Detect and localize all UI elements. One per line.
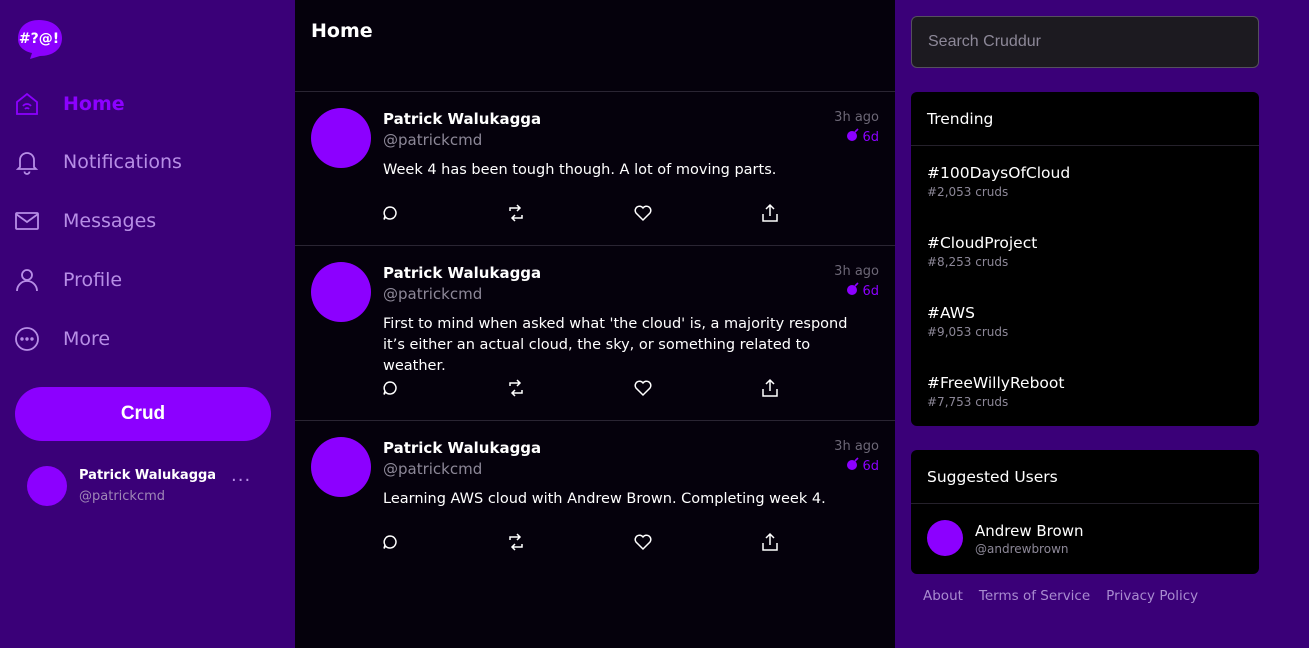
nav-item-more[interactable]: More — [14, 319, 274, 359]
post-author-handle[interactable]: @patrickcmd — [383, 460, 482, 478]
suggested-users-panel: Suggested Users Andrew Brown @andrewbrow… — [911, 450, 1259, 574]
trending-panel: Trending #100DaysOfCloud #2,053 cruds #C… — [911, 92, 1259, 426]
divider — [295, 245, 895, 246]
post-expiry: 6d — [846, 457, 879, 475]
suggested-user[interactable]: Andrew Brown @andrewbrown — [927, 520, 1247, 560]
current-user-handle: @patrickcmd — [79, 489, 166, 504]
post-author-handle[interactable]: @patrickcmd — [383, 285, 482, 303]
post-expiry: 6d — [846, 282, 879, 300]
post-expiry-label: 6d — [862, 283, 879, 299]
trending-tag: #CloudProject — [927, 234, 1038, 252]
post-expiry: 6d — [846, 128, 879, 146]
sidebar: #?@! Home Notifications Messages Profile… — [0, 0, 295, 648]
trending-tag: #FreeWillyReboot — [927, 374, 1065, 392]
post-time: 3h ago — [834, 264, 879, 279]
share-icon[interactable] — [759, 202, 781, 224]
repost-icon[interactable] — [505, 377, 527, 399]
logo-text: #?@! — [19, 31, 59, 47]
nav-label-more: More — [63, 328, 111, 350]
repost-icon[interactable] — [505, 531, 527, 553]
user-icon — [14, 267, 40, 293]
cruddur-logo[interactable]: #?@! — [14, 18, 64, 60]
nav-label-home: Home — [63, 93, 125, 115]
trending-item[interactable]: #AWS #9,053 cruds — [927, 304, 1008, 339]
terms-link[interactable]: Terms of Service — [979, 588, 1090, 604]
reply-icon[interactable] — [379, 531, 401, 553]
post-expiry-label: 6d — [862, 458, 879, 474]
trending-title: Trending — [911, 92, 1259, 146]
trending-count: #2,053 cruds — [927, 185, 1009, 199]
trending-count: #9,053 cruds — [927, 325, 1009, 339]
trending-tag: #AWS — [927, 304, 975, 322]
share-icon[interactable] — [759, 531, 781, 553]
avatar[interactable] — [311, 437, 371, 497]
nav-item-notifications[interactable]: Notifications — [14, 142, 274, 182]
home-icon — [14, 91, 40, 117]
avatar[interactable] — [311, 108, 371, 168]
privacy-link[interactable]: Privacy Policy — [1106, 588, 1198, 604]
trending-item[interactable]: #CloudProject #8,253 cruds — [927, 234, 1037, 269]
like-icon[interactable] — [632, 377, 654, 399]
share-icon[interactable] — [759, 377, 781, 399]
reply-icon[interactable] — [379, 202, 401, 224]
nav-item-messages[interactable]: Messages — [14, 201, 274, 241]
footer-links: About Terms of Service Privacy Policy — [923, 588, 1198, 604]
post-text: Week 4 has been tough though. A lot of m… — [383, 162, 777, 178]
post-author-name[interactable]: Patrick Walukagga — [383, 264, 541, 282]
post-text: Learning AWS cloud with Andrew Brown. Co… — [383, 491, 826, 507]
post-text: First to mind when asked what 'the cloud… — [383, 316, 848, 374]
more-circle-icon — [14, 326, 40, 352]
bell-icon — [14, 149, 40, 175]
divider — [295, 91, 895, 92]
trending-item[interactable]: #FreeWillyReboot #7,753 cruds — [927, 374, 1064, 409]
page-title: Home — [311, 20, 373, 42]
current-user[interactable]: Patrick Walukagga @patrickcmd ··· — [27, 466, 267, 508]
trending-count: #8,253 cruds — [927, 255, 1009, 269]
post-author-name[interactable]: Patrick Walukagga — [383, 439, 541, 457]
suggested-user-handle: @andrewbrown — [975, 542, 1069, 556]
post-actions — [379, 531, 799, 555]
reply-icon[interactable] — [379, 377, 401, 399]
avatar[interactable] — [311, 262, 371, 322]
post-actions — [379, 377, 799, 401]
bomb-icon — [846, 457, 860, 475]
envelope-icon — [14, 208, 40, 234]
trending-item[interactable]: #100DaysOfCloud #2,053 cruds — [927, 164, 1070, 199]
avatar — [927, 520, 963, 556]
nav-item-profile[interactable]: Profile — [14, 260, 274, 300]
post-author-handle[interactable]: @patrickcmd — [383, 131, 482, 149]
trending-tag: #100DaysOfCloud — [927, 164, 1071, 182]
nav-label-profile: Profile — [63, 269, 123, 291]
search-input[interactable] — [911, 16, 1259, 68]
repost-icon[interactable] — [505, 202, 527, 224]
post-actions — [379, 202, 799, 226]
post-time: 3h ago — [834, 110, 879, 125]
divider — [295, 420, 895, 421]
suggested-users-title: Suggested Users — [911, 450, 1259, 504]
user-menu-icon[interactable]: ··· — [231, 470, 251, 491]
bomb-icon — [846, 128, 860, 146]
nav-item-home[interactable]: Home — [14, 84, 274, 124]
suggested-user-name: Andrew Brown — [975, 522, 1084, 540]
post-author-name[interactable]: Patrick Walukagga — [383, 110, 541, 128]
crud-button[interactable]: Crud — [15, 387, 271, 441]
avatar — [27, 466, 67, 506]
nav-label-messages: Messages — [63, 210, 157, 232]
trending-count: #7,753 cruds — [927, 395, 1009, 409]
post-time: 3h ago — [834, 439, 879, 454]
like-icon[interactable] — [632, 202, 654, 224]
like-icon[interactable] — [632, 531, 654, 553]
nav-label-notifications: Notifications — [63, 151, 182, 173]
post-expiry-label: 6d — [862, 129, 879, 145]
bomb-icon — [846, 282, 860, 300]
feed: Home Patrick Walukagga @patrickcmd 3h ag… — [295, 0, 895, 648]
about-link[interactable]: About — [923, 588, 963, 604]
current-user-name: Patrick Walukagga — [79, 468, 217, 483]
